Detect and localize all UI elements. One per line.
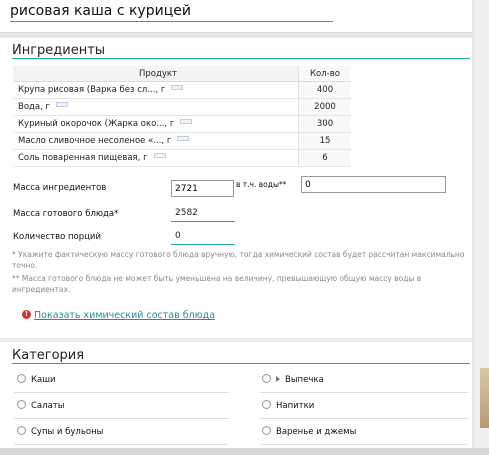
ingredient-cell: Масло сливочное несоленое «..., г	[13, 132, 299, 150]
mass-ingredients-label: Масса ингредиентов	[13, 183, 107, 193]
category-option-supy[interactable]: Супы и бульоны	[17, 426, 104, 437]
info-icon: !	[22, 310, 31, 319]
category-label: Напитки	[276, 401, 315, 411]
product-info-icon[interactable]	[56, 101, 68, 108]
note-ready-mass: * Укажите фактическую массу готового блю…	[12, 250, 465, 270]
ingredient-qty[interactable]: 15	[298, 132, 351, 150]
category-option-varenye[interactable]: Варенье и джемы	[262, 426, 357, 437]
product-info-icon[interactable]	[180, 118, 193, 125]
table-row: Крупа рисовая (Варка без сл..., г 400	[13, 81, 351, 99]
category-divider	[260, 418, 468, 419]
ingredients-heading: Ингредиенты	[12, 43, 106, 58]
ingredient-qty[interactable]: 300	[298, 115, 351, 133]
radio-icon[interactable]	[17, 400, 26, 409]
radio-icon[interactable]	[262, 400, 271, 409]
category-label: Салаты	[31, 401, 65, 411]
product-info-icon[interactable]	[153, 152, 166, 159]
ingredients-rule	[12, 58, 470, 59]
show-chem-composition-link[interactable]: ! Показать химический состав блюда	[22, 310, 215, 321]
category-label: Супы и бульоны	[31, 427, 104, 437]
water-input[interactable]	[301, 176, 446, 193]
category-divider	[14, 444, 229, 445]
ingredient-name[interactable]: Соль поваренная пищевая, г	[18, 153, 148, 163]
category-option-kashi[interactable]: Каши	[17, 374, 56, 385]
product-info-icon[interactable]	[171, 84, 184, 91]
ready-mass-label: Масса готового блюда*	[13, 209, 119, 219]
mass-ingredients-input[interactable]	[171, 180, 234, 197]
ingredient-cell: Крупа рисовая (Варка без сл..., г	[13, 81, 299, 99]
category-divider	[14, 418, 229, 419]
category-rule	[12, 363, 470, 364]
category-option-vypechka[interactable]: Выпечка	[262, 374, 324, 385]
portions-input[interactable]: 0	[171, 228, 235, 245]
radio-icon[interactable]	[17, 374, 26, 383]
radio-icon[interactable]	[262, 426, 271, 435]
category-label: Выпечка	[285, 375, 324, 385]
table-row: Куриный окорочок (Жарка око..., г 300	[13, 115, 351, 133]
category-divider	[14, 392, 229, 393]
category-panel: Категория Каши Выпечка Салаты Напитки Су…	[0, 342, 472, 455]
ingredient-name[interactable]: Вода, г	[18, 102, 50, 112]
category-option-napitki[interactable]: Напитки	[262, 400, 315, 411]
ingredient-name[interactable]: Куриный окорочок (Жарка око..., г	[18, 119, 174, 129]
bottom-toolbar	[0, 448, 489, 455]
category-label: Каши	[31, 375, 56, 385]
title-underline	[10, 21, 333, 22]
ingredient-name[interactable]: Крупа рисовая (Варка без сл..., г	[18, 85, 165, 95]
side-thumbnail-image	[480, 368, 489, 428]
category-divider	[260, 392, 468, 393]
dish-title[interactable]: рисовая каша с курицей	[10, 3, 191, 19]
category-divider	[260, 444, 468, 445]
table-header-row: Продукт Кол-во	[13, 66, 351, 82]
note-water: ** Масса готового блюда не может быть ум…	[12, 274, 422, 294]
category-option-salaty[interactable]: Салаты	[17, 400, 65, 411]
water-label: в т.ч. воды**	[236, 180, 287, 189]
radio-icon[interactable]	[262, 374, 271, 383]
expand-arrow-icon[interactable]	[276, 375, 280, 382]
ingredient-qty[interactable]: 400	[298, 81, 351, 99]
category-heading: Категория	[12, 348, 85, 363]
product-info-icon[interactable]	[177, 135, 190, 142]
ingredient-name[interactable]: Масло сливочное несоленое «..., г	[18, 136, 171, 146]
ingredient-qty[interactable]: 2000	[298, 98, 351, 116]
ingredient-cell: Соль поваренная пищевая, г	[13, 149, 299, 167]
col-qty-header: Кол-во	[298, 66, 351, 82]
table-row: Масло сливочное несоленое «..., г 15	[13, 132, 351, 150]
ingredients-table: Продукт Кол-во Крупа рисовая (Варка без …	[13, 66, 351, 167]
col-product-header: Продукт	[13, 66, 299, 82]
category-label: Варенье и джемы	[276, 427, 357, 437]
table-row: Соль поваренная пищевая, г 6	[13, 149, 351, 167]
portions-label: Количество порций	[13, 232, 101, 242]
ingredient-cell: Куриный окорочок (Жарка око..., г	[13, 115, 299, 133]
chem-link-label[interactable]: Показать химический состав блюда	[34, 310, 215, 321]
ingredient-qty[interactable]: 6	[298, 149, 351, 167]
radio-icon[interactable]	[17, 426, 26, 435]
table-row: Вода, г 2000	[13, 98, 351, 116]
dish-title-panel: рисовая каша с курицей	[0, 0, 472, 33]
ingredient-cell: Вода, г	[13, 98, 299, 116]
ready-mass-input[interactable]: 2582	[171, 205, 235, 222]
